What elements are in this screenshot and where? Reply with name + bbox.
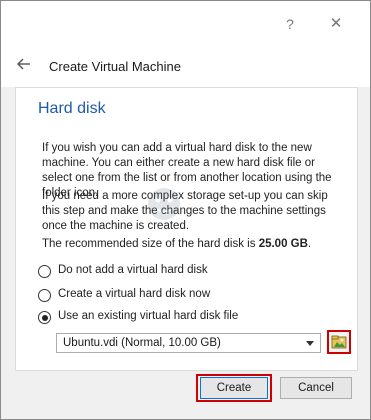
dialog-window: ? ✕ Create Virtual Machine Hard disk If … bbox=[0, 0, 371, 420]
radio-button-checked[interactable] bbox=[38, 311, 51, 324]
page-title: Hard disk bbox=[38, 100, 106, 117]
recommended-size-value: 25.00 GB bbox=[258, 238, 308, 250]
disk-file-select-value: Ubuntu.vdi (Normal, 10.00 GB) bbox=[63, 337, 221, 349]
wizard-page: Hard disk If you wish you can add a virt… bbox=[15, 87, 358, 371]
recommended-size-suffix: . bbox=[307, 238, 312, 250]
titlebar: ? ✕ bbox=[1, 1, 370, 45]
radio-dot bbox=[41, 314, 48, 321]
wizard-header: Create Virtual Machine bbox=[1, 45, 370, 87]
radio-button-unchecked[interactable] bbox=[38, 265, 51, 278]
recommended-size-text: The recommended size of the hard disk is… bbox=[42, 238, 311, 250]
option-label: Use an existing virtual hard disk file bbox=[58, 310, 239, 322]
close-button[interactable]: ✕ bbox=[329, 16, 343, 32]
description-paragraph-2: If you need a more complex storage set-u… bbox=[42, 190, 328, 232]
arrow-left-icon[interactable] bbox=[15, 55, 33, 73]
cancel-button[interactable]: Cancel bbox=[280, 377, 352, 399]
chevron-down-icon[interactable] bbox=[306, 341, 314, 346]
option-label: Do not add a virtual hard disk bbox=[58, 264, 208, 276]
window-title: Create Virtual Machine bbox=[49, 59, 181, 74]
disk-file-select[interactable]: Ubuntu.vdi (Normal, 10.00 GB) bbox=[56, 333, 321, 353]
help-button[interactable]: ? bbox=[283, 16, 297, 32]
radio-button-unchecked[interactable] bbox=[38, 289, 51, 302]
option-label: Create a virtual hard disk now bbox=[58, 288, 211, 300]
folder-open-icon[interactable] bbox=[327, 330, 351, 354]
recommended-size-prefix: The recommended size of the hard disk is bbox=[42, 238, 259, 250]
create-button[interactable]: Create bbox=[200, 377, 268, 399]
